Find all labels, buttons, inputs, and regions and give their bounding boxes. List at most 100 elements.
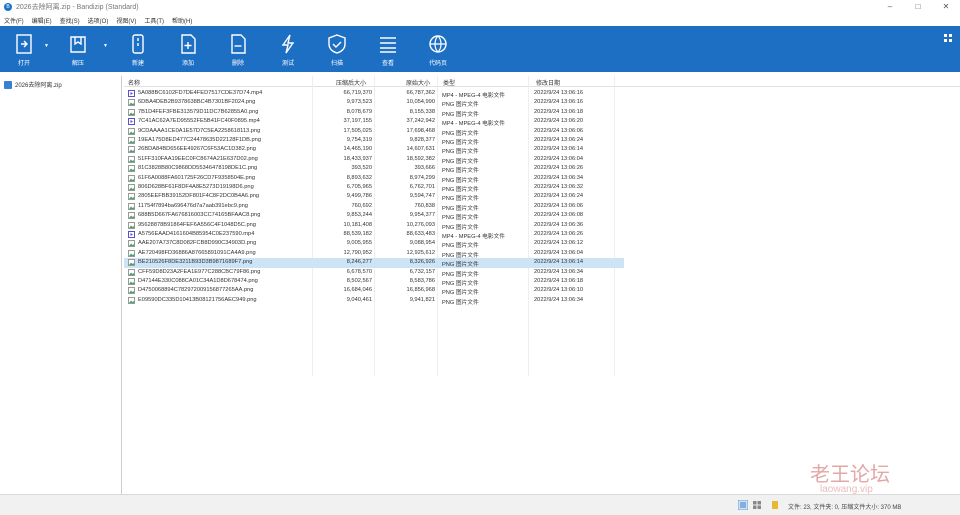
table-row[interactable]: 688B5D667FA676816003CC74165BFAAC8.png 9,8… <box>124 211 624 221</box>
add-button[interactable]: 添加 <box>174 26 202 72</box>
lock-icon <box>772 501 778 509</box>
file-modified: 2022/9/24 13:06:06 <box>534 202 584 209</box>
file-original-size: 6,762,701 <box>409 184 435 190</box>
file-packed-size: 16,684,046 <box>343 287 372 294</box>
scan-label: 扫描 <box>330 61 343 67</box>
image-file-icon <box>128 108 135 116</box>
new-archive-icon <box>132 34 144 54</box>
column-header-packed[interactable]: 压缩后大小 <box>336 78 366 87</box>
table-row[interactable]: 26BDA84BD656EE49267C6F53AC1D382.png 14,46… <box>124 145 624 155</box>
tree-item-archive-root[interactable]: 2026去除阿离.zip <box>4 80 62 89</box>
menu-edit[interactable]: 编辑(E) <box>32 16 52 25</box>
file-original-size: 18,592,382 <box>406 155 435 162</box>
extract-button[interactable]: 解压 <box>64 26 92 72</box>
codepage-button[interactable]: 代码页 <box>424 26 452 72</box>
table-row[interactable]: 7B1D4FEF3FBE313579D11DC7B62855A0.png 8,07… <box>124 108 624 118</box>
file-packed-size: 9,005,955 <box>346 240 372 247</box>
file-modified: 2022/9/24 13:06:04 <box>534 155 584 162</box>
file-packed-size: 9,853,244 <box>346 212 372 219</box>
view-button[interactable]: 查看 <box>374 26 402 72</box>
file-packed-size: 393,520 <box>351 165 372 172</box>
table-row[interactable]: 19EA175D8ED477C24478635D22128F1DB.png 9,7… <box>124 136 624 146</box>
table-row[interactable]: AAE207A737C8D082FCB8D990C34903D.png 9,005… <box>124 239 624 249</box>
file-modified: 2022/9/24 13:06:14 <box>534 146 584 153</box>
video-file-icon <box>128 118 135 126</box>
window-title: 2026去除阿离.zip - Bandizip (Standard) <box>16 4 139 11</box>
table-row[interactable]: 81C3828B80C9868DD55346478198DE1C.png 393,… <box>124 164 624 174</box>
delete-icon <box>231 34 246 54</box>
image-file-icon <box>128 278 135 285</box>
column-header-modified[interactable]: 修改日期 <box>536 78 560 87</box>
add-label: 添加 <box>181 61 194 67</box>
menu-tools[interactable]: 工具(T) <box>144 16 164 25</box>
file-modified: 2022/9/24 13:06:32 <box>534 184 584 190</box>
tree-item-label: 2026去除阿离.zip <box>15 83 62 89</box>
table-row[interactable]: 7C41AC62A7ED95552FE5B41FC40F0895.mp4 37,1… <box>124 117 624 127</box>
column-header-size[interactable]: 原始大小 <box>406 78 430 87</box>
new-archive-button[interactable]: 新建 <box>124 26 152 72</box>
table-row[interactable]: A5756EAAD4161604B85954C0E237590.mp4 88,53… <box>124 230 624 240</box>
image-file-icon <box>128 127 135 135</box>
table-row[interactable]: 95628878B91864FEF6A556C4F1048D5C.png 10,1… <box>124 221 624 231</box>
thumbnail-view-icon[interactable] <box>752 500 762 510</box>
image-file-icon <box>128 287 135 295</box>
table-row[interactable]: D47144E330C088CA01C34A1D8D678474.png 8,50… <box>124 277 624 287</box>
table-row[interactable]: CFF59D8D23A2FEA1E977C288CBC79F86.png 6,67… <box>124 268 624 278</box>
minimize-icon[interactable]: – <box>876 0 904 14</box>
layout-grid-icon[interactable] <box>944 34 952 42</box>
status-text: 文件: 23, 文件夹: 0, 压缩文件大小: 370 MB <box>788 505 902 511</box>
file-modified: 2022/9/24 13:06:18 <box>534 108 584 115</box>
file-modified: 2022/9/24 13:06:26 <box>534 165 584 172</box>
menu-options[interactable]: 选项(O) <box>88 16 109 25</box>
open-button[interactable]: 打开 <box>10 26 38 72</box>
column-header-type[interactable]: 类型 <box>443 78 455 87</box>
status-bar: 文件: 23, 文件夹: 0, 压缩文件大小: 370 MB <box>0 494 960 515</box>
table-row[interactable]: D4750068894C782972009156877265AA.png 16,6… <box>124 286 624 296</box>
menu-find[interactable]: 查找(S) <box>60 16 80 25</box>
maximize-icon[interactable]: □ <box>904 0 932 14</box>
details-view-icon[interactable] <box>738 500 748 510</box>
table-row[interactable]: 11754f7894ba696476d7a7aab391ebc9.png 760,… <box>124 202 624 212</box>
image-file-icon <box>128 165 135 173</box>
file-packed-size: 17,505,025 <box>343 127 372 134</box>
close-icon[interactable]: ✕ <box>932 0 960 14</box>
file-name: 95628878B91864FEF6A556C4F1048D5C.png <box>138 221 256 228</box>
table-row[interactable]: 2805EEFBB39152DF801F4C8F2DC0B4A6.png 9,49… <box>124 192 624 202</box>
file-modified: 2022/9/24 13:06:06 <box>534 127 584 134</box>
file-original-size: 9,941,821 <box>409 296 435 303</box>
table-row[interactable]: 6DBA4DEB2B9378638BC4B7301BF2024.png 9,973… <box>124 98 624 108</box>
table-row[interactable]: 61F6A0088FA601725F26CD7F9358504E.png 8,89… <box>124 174 624 184</box>
menu-help[interactable]: 帮助(H) <box>172 16 192 25</box>
image-file-icon <box>128 202 135 210</box>
image-file-icon <box>128 146 135 154</box>
image-file-icon <box>128 212 135 220</box>
table-row[interactable]: E09590DC335D10413B08121756AEC949.png 9,04… <box>124 296 624 306</box>
column-header-name[interactable]: 名称 <box>128 78 140 87</box>
video-file-icon <box>128 90 135 97</box>
table-row[interactable]: BE210526F8DE3211B93D3B9871689F7.png 8,246… <box>124 258 624 268</box>
test-button[interactable]: 测试 <box>274 26 302 72</box>
file-list-header: 名称 压缩后大小 原始大小 类型 修改日期 <box>124 76 960 87</box>
file-modified: 2022/9/24 13:06:18 <box>534 278 584 284</box>
image-file-icon <box>128 240 135 248</box>
file-packed-size: 9,040,461 <box>346 296 372 303</box>
image-file-icon <box>128 268 135 276</box>
extract-dropdown-icon[interactable]: ▼ <box>103 43 108 49</box>
scan-button[interactable]: 扫描 <box>323 26 351 72</box>
file-modified: 2022/9/24 13:06:04 <box>534 249 584 256</box>
delete-button[interactable]: 删除 <box>224 26 252 72</box>
file-packed-size: 6,705,965 <box>346 184 372 190</box>
file-modified: 2022/9/24 13:06:10 <box>534 287 584 294</box>
open-dropdown-icon[interactable]: ▼ <box>44 43 49 49</box>
table-row[interactable]: AE720498FD36886A87665891091CA4A9.png 12,7… <box>124 249 624 259</box>
bandizip-app-icon: B <box>4 3 12 11</box>
menu-view[interactable]: 视图(V) <box>116 16 136 25</box>
table-row[interactable]: 5A088BC6102FD7DE4FED7517CDE37D74.mp4 66,7… <box>124 89 624 99</box>
file-modified: 2022/9/24 13:06:12 <box>534 240 584 247</box>
file-original-size: 9,828,377 <box>409 137 435 143</box>
table-row[interactable]: 9CDAAAA1CE0A1E57D7C5EA2258618113.png 17,5… <box>124 127 624 137</box>
table-row[interactable]: 51FF310FAA19EEC0FC8674A21E637D02.png 18,4… <box>124 155 624 165</box>
file-name: 7B1D4FEF3FBE313579D11DC7B62855A0.png <box>138 108 259 115</box>
menu-file[interactable]: 文件(F) <box>4 16 24 25</box>
table-row[interactable]: 806D628BF61F8DF4A8E5273D19198D6.png 6,705… <box>124 183 624 193</box>
